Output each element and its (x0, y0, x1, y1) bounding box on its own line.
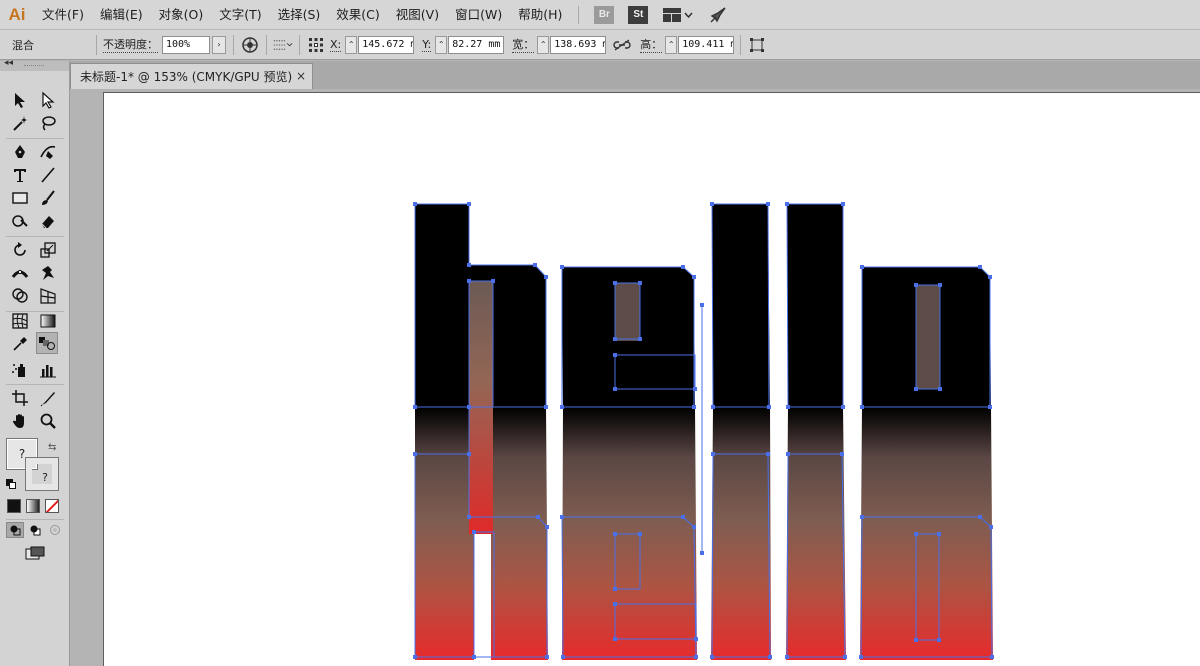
screen-mode-icon[interactable] (24, 545, 46, 561)
letter-o[interactable] (860, 267, 993, 660)
menu-view[interactable]: 视图(V) (388, 0, 447, 30)
puppet-warp-tool-icon[interactable] (37, 262, 59, 284)
menu-select[interactable]: 选择(S) (270, 0, 329, 30)
workspace-layout-icon (663, 7, 682, 22)
shape-builder-tool-icon[interactable] (9, 285, 31, 307)
width-field[interactable]: 138.693 m (550, 35, 607, 54)
close-icon[interactable]: × (296, 69, 306, 83)
letter-l-second[interactable] (786, 204, 846, 660)
color-mode-icon[interactable] (7, 499, 21, 513)
type-tool-icon[interactable] (9, 164, 31, 186)
menu-bar: Ai 文件(F) 编辑(E) 对象(O) 文字(T) 选择(S) 效果(C) 视… (0, 0, 1200, 30)
direct-selection-tool-icon[interactable] (37, 89, 59, 111)
chevron-down-icon (684, 12, 693, 18)
recolor-artwork-icon[interactable] (240, 35, 260, 55)
menu-type[interactable]: 文字(T) (211, 0, 269, 30)
curvature-tool-icon[interactable] (37, 141, 59, 163)
default-colors-icon[interactable] (6, 479, 16, 489)
column-graph-tool-icon[interactable] (37, 359, 59, 381)
menu-effect[interactable]: 效果(C) (328, 0, 387, 30)
tools-panel: ◂◂ ⇆ ? ? (0, 58, 70, 666)
letter-e[interactable] (562, 267, 697, 660)
rocket-icon[interactable] (709, 6, 727, 24)
panel-grip[interactable] (24, 65, 44, 67)
gradient-tool-icon[interactable] (37, 310, 59, 332)
magic-wand-tool-icon[interactable] (9, 112, 31, 134)
width-stepper[interactable]: ⌃ (537, 35, 550, 54)
document-tab-title: 未标题-1* @ 153% (CMYK/GPU 预览) (80, 70, 293, 84)
width-tool-icon[interactable] (9, 262, 31, 284)
zoom-tool-icon[interactable] (37, 410, 59, 432)
letter-h[interactable] (415, 204, 548, 660)
collapse-icon[interactable]: ◂◂ (4, 58, 13, 68)
swap-fill-stroke-icon[interactable]: ⇆ (48, 442, 56, 453)
shaper-tool-icon[interactable] (9, 210, 31, 232)
rectangle-tool-icon[interactable] (9, 187, 31, 209)
bridge-button[interactable]: Br (594, 5, 615, 24)
perspective-grid-tool-icon[interactable] (37, 285, 59, 307)
height-field[interactable]: 109.411 m (678, 35, 735, 54)
stroke-unknown-label: ? (42, 470, 48, 484)
control-bar: 混合 不透明度： 100% › X: ⌃ 145.672 m Y: ⌃ 82.2… (0, 30, 1200, 60)
draw-inside-icon[interactable] (46, 522, 64, 538)
hello-blend-artwork[interactable] (70, 89, 1200, 666)
paintbrush-tool-icon[interactable] (37, 187, 59, 209)
line-tool-icon[interactable] (37, 164, 59, 186)
menu-edit[interactable]: 编辑(E) (92, 0, 151, 30)
height-stepper[interactable]: ⌃ (665, 35, 678, 54)
align-options-icon[interactable] (273, 35, 293, 55)
rotate-tool-icon[interactable] (9, 239, 31, 261)
fill-unknown-label: ? (18, 447, 26, 461)
x-stepper[interactable]: ⌃ (345, 35, 358, 54)
lasso-tool-icon[interactable] (37, 112, 59, 134)
transform-icon[interactable] (747, 35, 767, 55)
x-label: X: (330, 37, 342, 52)
mesh-tool-icon[interactable] (9, 310, 31, 332)
y-stepper[interactable]: ⌃ (435, 35, 448, 54)
symbol-sprayer-tool-icon[interactable] (9, 359, 31, 381)
hand-tool-icon[interactable] (9, 410, 31, 432)
blend-label: 混合 (12, 38, 34, 52)
opacity-stepper[interactable]: › (212, 35, 226, 54)
blend-tool-icon[interactable] (36, 332, 58, 354)
menubar-divider (578, 5, 580, 24)
link-proportions-icon[interactable] (612, 35, 632, 55)
selection-tool-icon[interactable] (9, 89, 31, 111)
opacity-field[interactable]: 100% (162, 35, 210, 54)
scale-tool-icon[interactable] (37, 239, 59, 261)
y-field[interactable]: 82.27 mm (448, 35, 505, 54)
stroke-swatch[interactable]: ? (25, 457, 59, 491)
workspace-switcher[interactable] (663, 7, 693, 22)
opacity-label[interactable]: 不透明度： (103, 36, 158, 53)
y-label: Y: (422, 37, 432, 52)
none-mode-icon[interactable] (45, 499, 59, 513)
height-label: 高： (640, 38, 663, 53)
slice-tool-icon[interactable] (37, 387, 59, 409)
app-logo: Ai (8, 4, 26, 24)
gradient-mode-icon[interactable] (26, 499, 40, 513)
width-label: 宽： (512, 38, 535, 53)
tools-panel-header[interactable]: ◂◂ (0, 58, 69, 71)
menu-window[interactable]: 窗口(W) (447, 0, 510, 30)
x-field[interactable]: 145.672 m (358, 35, 415, 54)
pen-tool-icon[interactable] (9, 141, 31, 163)
stock-button[interactable]: St (628, 5, 649, 24)
eraser-tool-icon[interactable] (37, 210, 59, 232)
eyedropper-tool-icon[interactable] (9, 333, 31, 355)
menu-object[interactable]: 对象(O) (151, 0, 212, 30)
artboard-tool-icon[interactable] (9, 387, 31, 409)
letter-l-first[interactable] (711, 204, 771, 660)
canvas-area[interactable] (70, 89, 1200, 666)
document-tab[interactable]: 未标题-1* @ 153% (CMYK/GPU 预览) × (70, 63, 313, 89)
menu-file[interactable]: 文件(F) (34, 0, 92, 30)
draw-normal-icon[interactable] (6, 522, 24, 538)
menu-help[interactable]: 帮助(H) (510, 0, 570, 30)
reference-point-icon[interactable] (306, 35, 326, 55)
document-tab-bar: 未标题-1* @ 153% (CMYK/GPU 预览) × (70, 61, 1200, 89)
draw-behind-icon[interactable] (26, 522, 44, 538)
